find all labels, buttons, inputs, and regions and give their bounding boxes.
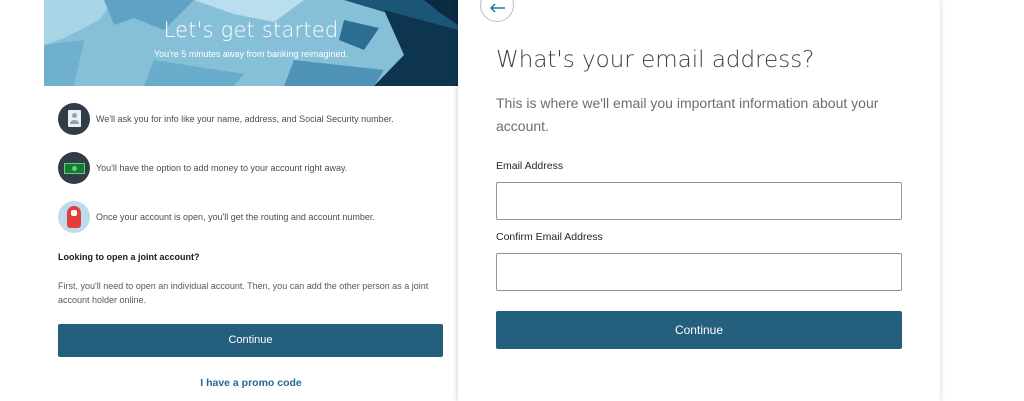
page-title: What's your email address?: [496, 47, 815, 73]
info-item-routing-number: Once your account is open, you'll get th…: [58, 200, 448, 234]
email-label: Email Address: [496, 160, 564, 172]
page-subtitle: This is where we'll email you important …: [496, 95, 879, 134]
foam-finger-icon: [58, 201, 90, 233]
info-item-add-money: You'll have the option to add money to y…: [58, 151, 448, 185]
hero-banner: Let's get started You're 5 minutes away …: [44, 0, 458, 86]
id-card-icon: [58, 103, 90, 135]
info-item-personal-info: We'll ask you for info like your name, a…: [58, 102, 448, 136]
info-item-text: Once your account is open, you'll get th…: [96, 212, 375, 222]
hero-background: [44, 0, 458, 86]
hero-subtitle: You're 5 minutes away from banking reima…: [154, 49, 348, 59]
intro-continue-button[interactable]: Continue: [58, 324, 443, 357]
arrow-left-icon: [490, 3, 505, 13]
email-field[interactable]: [496, 182, 902, 220]
info-item-text: You'll have the option to add money to y…: [96, 163, 348, 173]
promo-code-link[interactable]: I have a promo code: [44, 377, 458, 389]
money-icon: [58, 152, 90, 184]
confirm-email-label: Confirm Email Address: [496, 231, 603, 243]
confirm-email-field[interactable]: [496, 253, 902, 291]
email-form-panel: What's your email address? This is where…: [458, 0, 940, 401]
email-continue-button[interactable]: Continue: [496, 311, 902, 349]
hero-title: Let's get started: [163, 18, 339, 42]
joint-account-heading: Looking to open a joint account?: [58, 252, 200, 262]
back-button[interactable]: [480, 0, 514, 22]
intro-panel: Let's get started You're 5 minutes away …: [44, 0, 458, 401]
info-item-text: We'll ask you for info like your name, a…: [96, 114, 394, 124]
joint-account-description: First, you'll need to open an individual…: [58, 281, 429, 305]
